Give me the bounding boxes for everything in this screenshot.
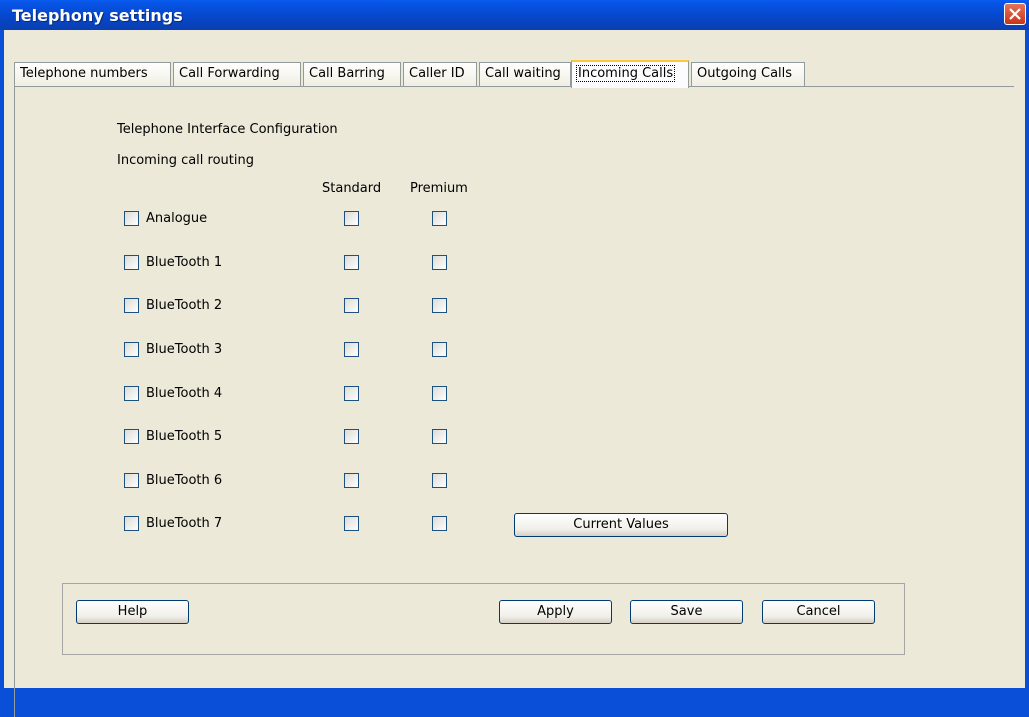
apply-button[interactable]: Apply <box>499 600 612 624</box>
analogue-premium-checkbox[interactable] <box>432 211 447 226</box>
bluetooth-6-checkbox[interactable] <box>124 473 139 488</box>
tab-call-waiting[interactable]: Call waiting <box>479 62 571 86</box>
bluetooth-1-label: BlueTooth 1 <box>146 255 223 270</box>
bluetooth-3-checkbox[interactable] <box>124 342 139 357</box>
save-button[interactable]: Save <box>630 600 743 624</box>
bluetooth-1-checkbox[interactable] <box>124 255 139 270</box>
tab-outgoing-calls[interactable]: Outgoing Calls <box>691 62 805 86</box>
tab-label: Call Forwarding <box>179 66 280 81</box>
section-heading: Telephone Interface Configuration <box>117 122 338 137</box>
tab-label: Telephone numbers <box>20 66 148 81</box>
close-icon <box>1009 8 1021 20</box>
bluetooth-7-premium-checkbox[interactable] <box>432 516 447 531</box>
bluetooth-1-premium-checkbox[interactable] <box>432 255 447 270</box>
bluetooth-5-label: BlueTooth 5 <box>146 429 223 444</box>
bluetooth-2-premium-checkbox[interactable] <box>432 298 447 313</box>
window-frame-right <box>1025 30 1029 688</box>
bluetooth-7-standard-checkbox[interactable] <box>344 516 359 531</box>
tab-label: Outgoing Calls <box>697 66 793 81</box>
current-values-button[interactable]: Current Values <box>514 513 728 537</box>
bluetooth-1-standard-checkbox[interactable] <box>344 255 359 270</box>
bluetooth-5-premium-checkbox[interactable] <box>432 429 447 444</box>
bluetooth-3-standard-checkbox[interactable] <box>344 342 359 357</box>
bluetooth-5-standard-checkbox[interactable] <box>344 429 359 444</box>
bluetooth-6-premium-checkbox[interactable] <box>432 473 447 488</box>
analogue-checkbox[interactable] <box>124 211 139 226</box>
telephony-settings-window: Telephony settings Telephone numbers Cal… <box>0 0 1029 717</box>
bluetooth-7-label: BlueTooth 7 <box>146 516 223 531</box>
cancel-button[interactable]: Cancel <box>762 600 875 624</box>
tab-telephone-numbers[interactable]: Telephone numbers <box>14 62 171 86</box>
bluetooth-2-standard-checkbox[interactable] <box>344 298 359 313</box>
tab-incoming-calls[interactable]: Incoming Calls <box>571 60 689 88</box>
bluetooth-4-premium-checkbox[interactable] <box>432 386 447 401</box>
bluetooth-7-checkbox[interactable] <box>124 516 139 531</box>
tab-call-forwarding[interactable]: Call Forwarding <box>173 62 301 86</box>
tab-label: Call waiting <box>485 66 561 81</box>
bluetooth-6-standard-checkbox[interactable] <box>344 473 359 488</box>
tab-call-barring[interactable]: Call Barring <box>303 62 401 86</box>
column-header-standard: Standard <box>322 181 382 196</box>
section-subheading: Incoming call routing <box>117 153 254 168</box>
tab-label: Caller ID <box>409 66 465 81</box>
bluetooth-4-standard-checkbox[interactable] <box>344 386 359 401</box>
tab-caller-id[interactable]: Caller ID <box>403 62 477 86</box>
window-title: Telephony settings <box>12 6 183 25</box>
tab-label: Call Barring <box>309 66 385 81</box>
tab-label: Incoming Calls <box>575 65 676 82</box>
bluetooth-6-label: BlueTooth 6 <box>146 473 223 488</box>
bluetooth-2-checkbox[interactable] <box>124 298 139 313</box>
close-button[interactable] <box>1004 3 1026 25</box>
bluetooth-4-checkbox[interactable] <box>124 386 139 401</box>
help-button[interactable]: Help <box>76 600 189 624</box>
bluetooth-3-label: BlueTooth 3 <box>146 342 223 357</box>
column-header-premium: Premium <box>410 181 468 196</box>
title-bar[interactable]: Telephony settings <box>0 0 1029 30</box>
analogue-label: Analogue <box>146 211 208 226</box>
analogue-standard-checkbox[interactable] <box>344 211 359 226</box>
bluetooth-4-label: BlueTooth 4 <box>146 386 223 401</box>
bluetooth-3-premium-checkbox[interactable] <box>432 342 447 357</box>
bluetooth-2-label: BlueTooth 2 <box>146 298 223 313</box>
bluetooth-5-checkbox[interactable] <box>124 429 139 444</box>
